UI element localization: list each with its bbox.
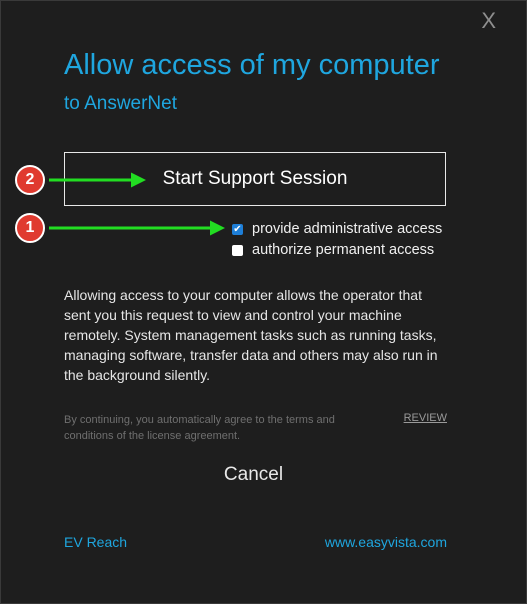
annotation-arrows xyxy=(49,172,225,236)
